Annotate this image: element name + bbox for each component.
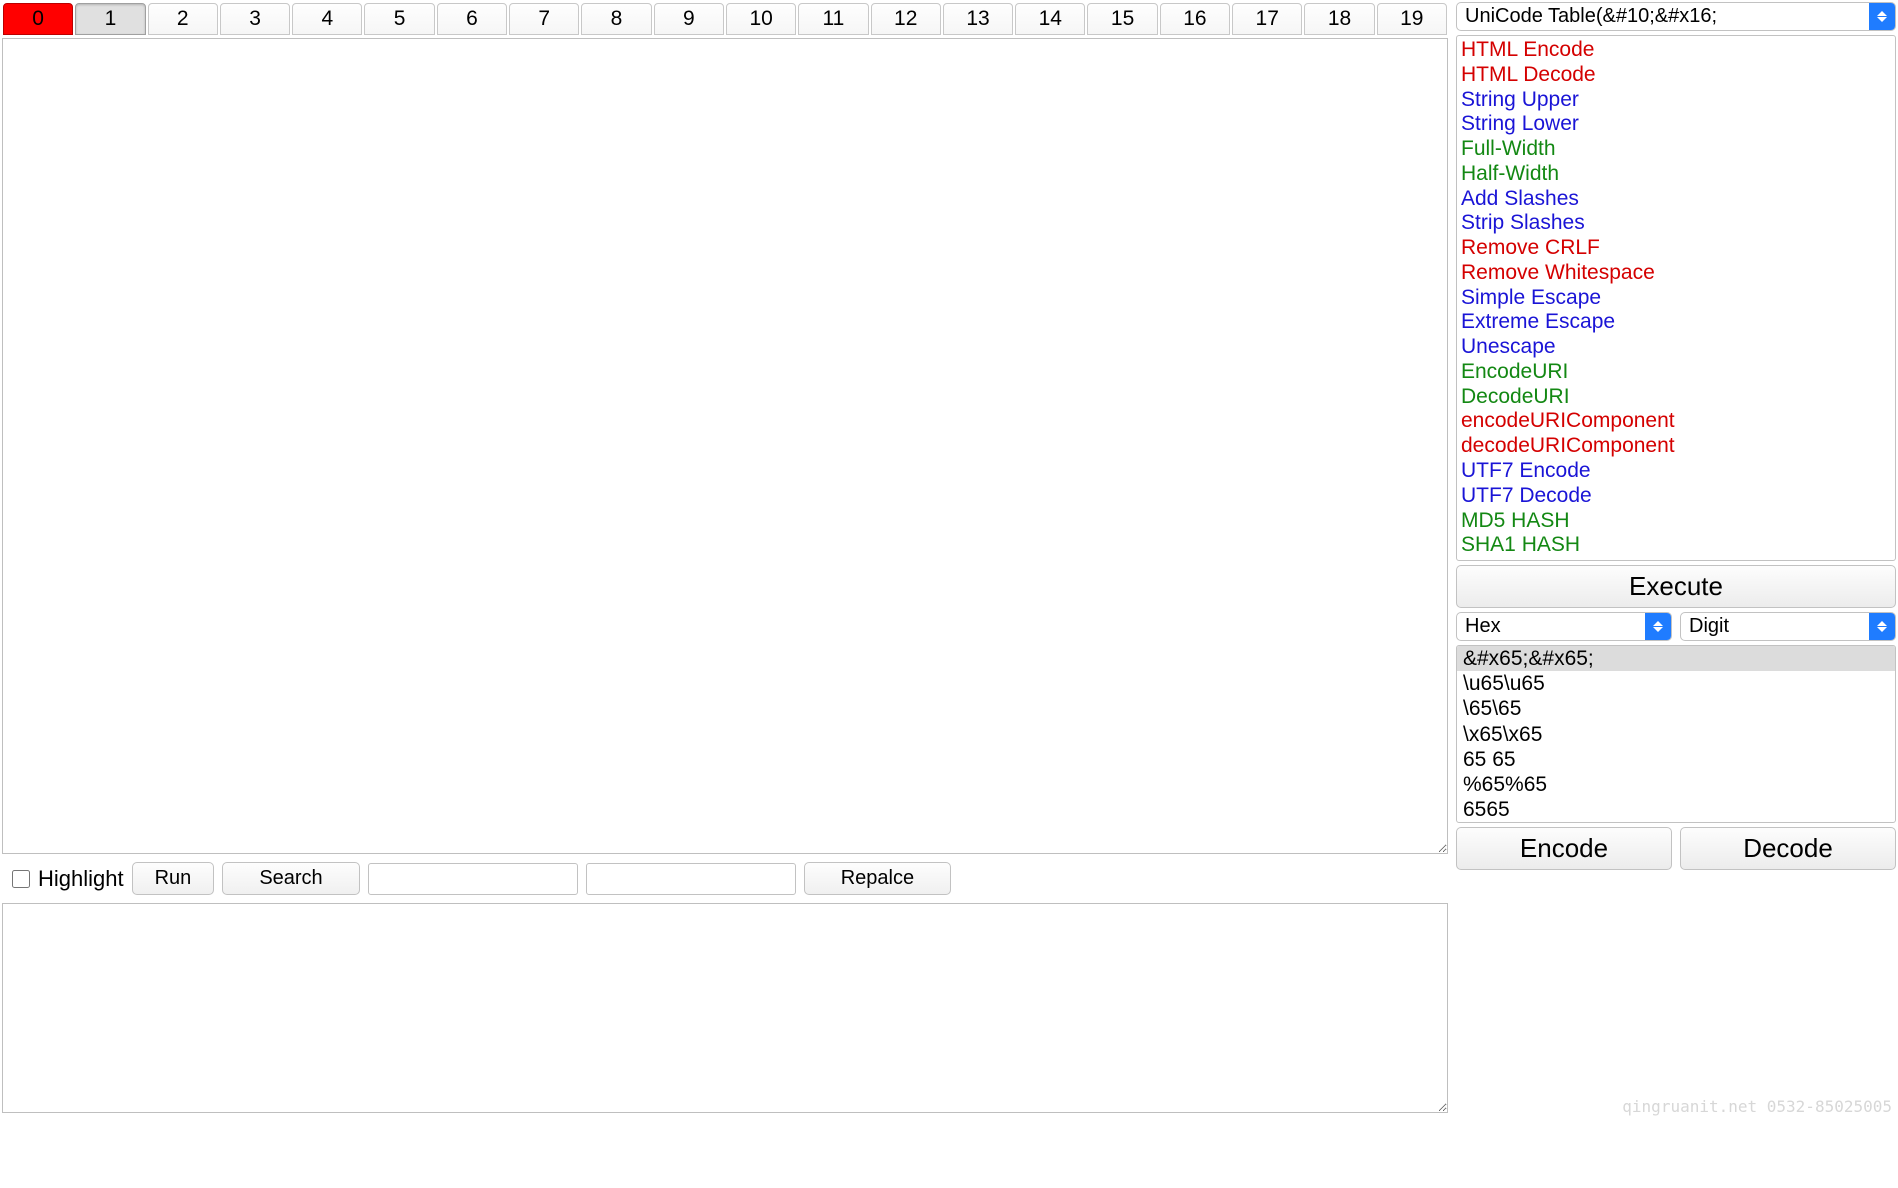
encoding-row[interactable]: &#x65;&#x65;: [1457, 646, 1895, 671]
repr-select-text: Digit: [1681, 613, 1869, 640]
tab-12[interactable]: 12: [871, 3, 941, 35]
tab-14[interactable]: 14: [1015, 3, 1085, 35]
operation-item[interactable]: Remove Whitespace: [1461, 261, 1891, 286]
operation-item[interactable]: MD5 HASH: [1461, 509, 1891, 534]
operation-item[interactable]: decodeURIComponent: [1461, 434, 1891, 459]
tab-4[interactable]: 4: [292, 3, 362, 35]
encoding-row[interactable]: \u65\u65: [1457, 671, 1895, 696]
tab-13[interactable]: 13: [943, 3, 1013, 35]
replace-input[interactable]: [586, 863, 796, 895]
tab-11[interactable]: 11: [798, 3, 868, 35]
operation-item[interactable]: UTF7 Decode: [1461, 484, 1891, 509]
operation-item[interactable]: encodeURIComponent: [1461, 409, 1891, 434]
tab-5[interactable]: 5: [364, 3, 434, 35]
operation-item[interactable]: Strip Slashes: [1461, 211, 1891, 236]
base-select-text: Hex: [1457, 613, 1645, 640]
chevron-updown-icon: [1645, 613, 1671, 640]
operation-item[interactable]: HTML Encode: [1461, 38, 1891, 63]
output-textarea[interactable]: [2, 903, 1448, 1113]
operation-item[interactable]: UTF7 Encode: [1461, 459, 1891, 484]
toolbar: Highlight Run Search Repalce: [2, 854, 1448, 901]
tab-7[interactable]: 7: [509, 3, 579, 35]
tab-2[interactable]: 2: [148, 3, 218, 35]
operation-list: HTML EncodeHTML DecodeString UpperString…: [1456, 35, 1896, 561]
operation-item[interactable]: String Lower: [1461, 112, 1891, 137]
operation-item[interactable]: SHA1 HASH: [1461, 533, 1891, 558]
unicode-table-select-text: UniCode Table(&#10;&#x16;: [1457, 3, 1869, 30]
run-button[interactable]: Run: [132, 862, 215, 895]
tab-0[interactable]: 0: [3, 3, 73, 35]
encoding-row[interactable]: %65%65: [1457, 772, 1895, 797]
execute-button[interactable]: Execute: [1456, 565, 1896, 608]
chevron-updown-icon: [1869, 3, 1895, 30]
encode-button[interactable]: Encode: [1456, 827, 1672, 870]
tab-15[interactable]: 15: [1087, 3, 1157, 35]
tab-1[interactable]: 1: [75, 3, 145, 35]
format-selects: Hex Digit: [1456, 612, 1896, 641]
operation-item[interactable]: Full-Width: [1461, 137, 1891, 162]
operation-item[interactable]: HTML Decode: [1461, 63, 1891, 88]
tab-6[interactable]: 6: [437, 3, 507, 35]
encoding-row[interactable]: 65 65: [1457, 747, 1895, 772]
operation-item[interactable]: DecodeURI: [1461, 385, 1891, 410]
operation-item[interactable]: Half-Width: [1461, 162, 1891, 187]
operation-item[interactable]: Simple Escape: [1461, 286, 1891, 311]
highlight-label: Highlight: [38, 866, 124, 892]
tab-9[interactable]: 9: [654, 3, 724, 35]
tab-strip: 012345678910111213141516171819: [2, 2, 1448, 36]
tab-10[interactable]: 10: [726, 3, 796, 35]
search-button[interactable]: Search: [222, 862, 359, 895]
tab-18[interactable]: 18: [1304, 3, 1374, 35]
operation-item[interactable]: Add Slashes: [1461, 187, 1891, 212]
tab-19[interactable]: 19: [1377, 3, 1447, 35]
main-textarea[interactable]: [2, 38, 1448, 854]
decode-button[interactable]: Decode: [1680, 827, 1896, 870]
operation-item[interactable]: Extreme Escape: [1461, 310, 1891, 335]
operation-item[interactable]: Remove CRLF: [1461, 236, 1891, 261]
tab-16[interactable]: 16: [1160, 3, 1230, 35]
chevron-updown-icon: [1869, 613, 1895, 640]
operation-item[interactable]: EncodeURI: [1461, 360, 1891, 385]
replace-button[interactable]: Repalce: [804, 862, 951, 895]
search-input[interactable]: [368, 863, 578, 895]
tab-3[interactable]: 3: [220, 3, 290, 35]
encoding-row[interactable]: \x65\x65: [1457, 722, 1895, 747]
encoding-list: &#x65;&#x65;\u65\u65\65\65\x65\x6565 65%…: [1456, 645, 1896, 823]
highlight-checkbox[interactable]: [12, 870, 30, 888]
repr-select[interactable]: Digit: [1680, 612, 1896, 641]
base-select[interactable]: Hex: [1456, 612, 1672, 641]
tab-8[interactable]: 8: [581, 3, 651, 35]
operation-item[interactable]: Unescape: [1461, 335, 1891, 360]
encoding-row[interactable]: 6565: [1457, 797, 1895, 822]
operation-item[interactable]: String Upper: [1461, 88, 1891, 113]
unicode-table-select[interactable]: UniCode Table(&#10;&#x16;: [1456, 2, 1896, 31]
encoding-row[interactable]: \65\65: [1457, 696, 1895, 721]
tab-17[interactable]: 17: [1232, 3, 1302, 35]
